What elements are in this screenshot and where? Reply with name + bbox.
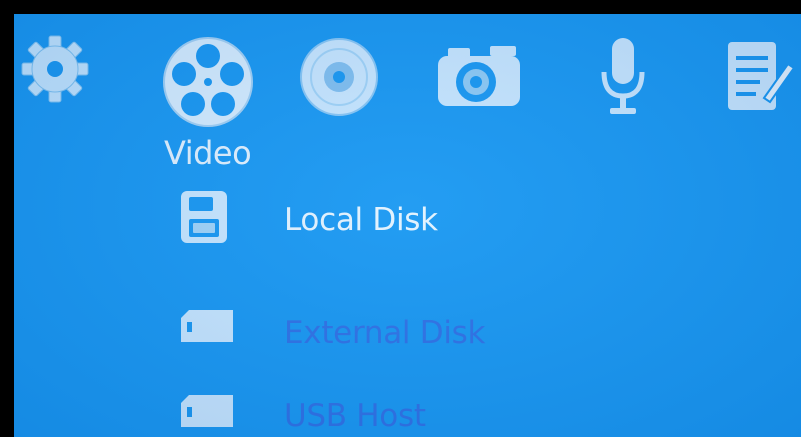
notepad-icon[interactable]	[724, 36, 794, 116]
list-item-label: USB Host	[284, 398, 426, 434]
sd-card-icon	[179, 308, 235, 348]
usb-card-icon	[179, 393, 235, 433]
video-reel-icon[interactable]	[160, 34, 256, 130]
music-disc-icon[interactable]	[298, 36, 380, 118]
list-item-label: Local Disk	[284, 202, 438, 238]
settings-gear-icon[interactable]	[20, 34, 90, 104]
microphone-icon[interactable]	[598, 34, 648, 118]
list-item-label: External Disk	[284, 315, 486, 351]
floppy-disk-icon	[179, 189, 229, 249]
device-screen: Video Local Disk External Disk USB Host	[14, 14, 801, 437]
camera-icon[interactable]	[434, 44, 524, 110]
selected-category-caption: Video	[164, 134, 252, 172]
